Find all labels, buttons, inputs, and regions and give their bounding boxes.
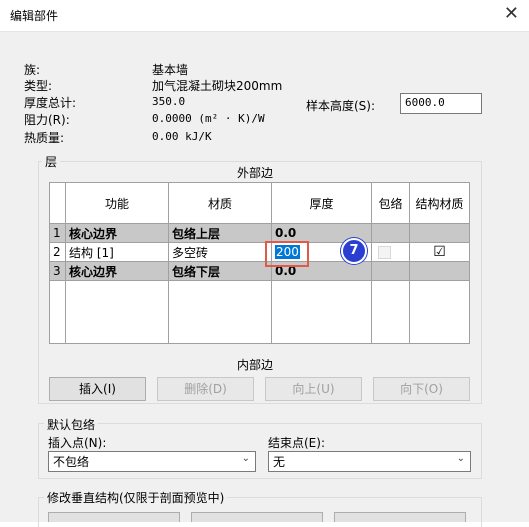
empty-cell (271, 280, 372, 344)
layers-group-label: 层 (42, 153, 61, 170)
thermal-mass-label: 热质量: (24, 131, 65, 145)
move-down-button[interactable]: 向下(O) (373, 377, 470, 401)
insert-point-value: 不包络 (53, 455, 90, 469)
row-material[interactable]: 多空砖 (168, 242, 272, 262)
highlight-box (265, 241, 309, 267)
structural-checkbox[interactable]: ☑ (409, 242, 470, 262)
empty-cell (409, 280, 470, 344)
row-wrap-cell (371, 223, 410, 243)
interior-side-label: 内部边 (237, 358, 274, 372)
row-function[interactable]: 结构 [1] (65, 242, 169, 262)
chevron-down-icon: ⌄ (456, 453, 465, 464)
row-number: 1 (49, 223, 66, 243)
insert-button[interactable]: 插入(I) (49, 377, 146, 401)
col-structural-header: 结构材质 (409, 182, 470, 224)
merge-regions-button[interactable] (191, 512, 323, 522)
empty-cell (49, 280, 66, 344)
resistance-value: 0.0000 (m² · K)/W (152, 112, 265, 125)
window-title: 编辑部件 (10, 9, 59, 23)
row-structural-cell (409, 223, 470, 243)
col-num-header (49, 182, 66, 224)
resistance-label: 阻力(R): (24, 113, 70, 127)
close-icon[interactable]: ✕ (504, 4, 519, 24)
table-row[interactable]: 2 结构 [1] 多空砖 200 ☑ (49, 242, 470, 262)
title-bar (0, 0, 529, 32)
row-number: 3 (49, 261, 66, 281)
empty-cell (65, 280, 169, 344)
table-row[interactable]: 1 核心边界 包络上层 0.0 (49, 223, 470, 243)
table-row-empty (49, 280, 470, 344)
wrap-checkbox[interactable] (378, 246, 391, 259)
end-point-label: 结束点(E): (268, 436, 325, 450)
empty-cell (168, 280, 272, 344)
row-wrap-cell (371, 261, 410, 281)
end-point-value: 无 (273, 455, 286, 469)
row-function[interactable]: 核心边界 (65, 223, 169, 243)
col-thickness-header: 厚度 (271, 182, 372, 224)
family-label: 族: (24, 63, 41, 77)
exterior-side-label: 外部边 (237, 166, 274, 180)
chevron-down-icon: ⌄ (241, 453, 250, 464)
family-value: 基本墙 (152, 63, 189, 77)
empty-cell (371, 280, 410, 344)
table-row[interactable]: 3 核心边界 包络下层 0.0 (49, 261, 470, 281)
row-number: 2 (49, 242, 66, 262)
move-up-button[interactable]: 向上(U) (265, 377, 362, 401)
delete-button[interactable]: 删除(D) (157, 377, 254, 401)
row-function[interactable]: 核心边界 (65, 261, 169, 281)
step-badge: 7 (341, 238, 367, 264)
col-material-header: 材质 (168, 182, 272, 224)
type-value: 加气混凝土砌块200mm (152, 79, 283, 93)
modify-buttons-row (48, 512, 468, 522)
layers-header-row: 功能 材质 厚度 包络 结构材质 (49, 182, 470, 224)
row-wrap-cell[interactable] (371, 242, 410, 262)
thickness-total-value: 350.0 (152, 95, 186, 108)
row-material[interactable]: 包络下层 (168, 261, 272, 281)
col-function-header: 功能 (65, 182, 169, 224)
row-material[interactable]: 包络上层 (168, 223, 272, 243)
row-structural-cell (409, 261, 470, 281)
end-point-select[interactable]: 无 ⌄ (268, 451, 471, 472)
modify-structure-label: 修改垂直结构(仅限于剖面预览中) (44, 489, 228, 506)
thermal-mass-value: 0.00 kJ/K (152, 130, 212, 143)
wall-sweeps-button[interactable] (334, 512, 466, 522)
thickness-total-label: 厚度总计: (24, 96, 77, 110)
layers-table: 功能 材质 厚度 包络 结构材质 1 核心边界 包络上层 0.0 2 结构 [1… (49, 182, 470, 344)
col-wrap-header: 包络 (371, 182, 410, 224)
type-label: 类型: (24, 79, 53, 93)
insert-point-select[interactable]: 不包络 ⌄ (48, 451, 256, 472)
sample-height-input[interactable]: 6000.0 (400, 93, 482, 114)
default-wrap-label: 默认包络 (44, 416, 99, 433)
sample-height-label: 样本高度(S): (306, 99, 376, 113)
modify-button[interactable] (48, 512, 180, 522)
insert-point-label: 插入点(N): (48, 436, 107, 450)
